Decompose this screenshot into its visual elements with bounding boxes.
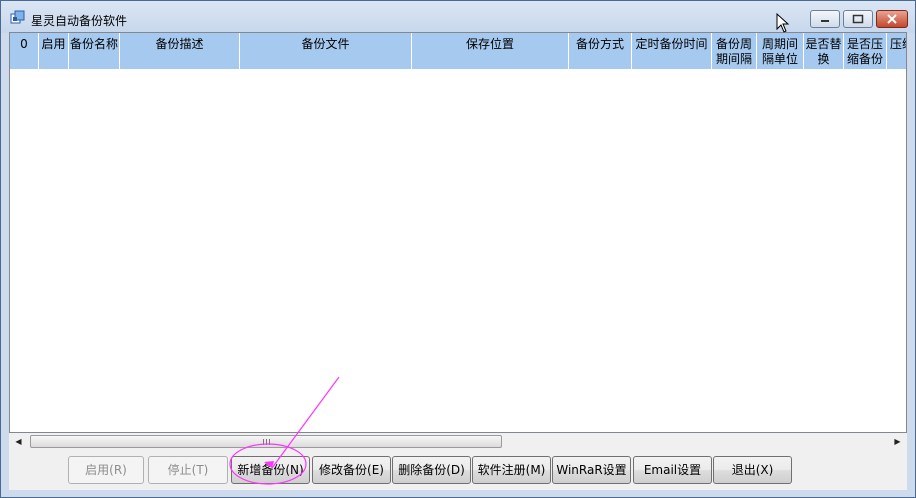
main-window: 星灵自动备份软件 0 启用 备份名称 备份描述 备份文件 保存位置 备份方式 定… — [0, 0, 916, 498]
column-header-save-location[interactable]: 保存位置 — [412, 33, 569, 69]
client-area: 0 启用 备份名称 备份描述 备份文件 保存位置 备份方式 定时备份时间 备份周… — [9, 32, 907, 490]
window-title: 星灵自动备份软件 — [31, 14, 128, 28]
close-button[interactable] — [876, 10, 908, 28]
register-button[interactable]: 软件注册(M) — [472, 456, 551, 484]
column-header-files[interactable]: 备份文件 — [240, 33, 412, 69]
column-header-cycle-unit[interactable]: 周期间 隔单位 — [757, 33, 804, 69]
column-header-name[interactable]: 备份名称 — [69, 33, 120, 69]
minimize-icon — [821, 20, 829, 22]
windows-app-icon — [10, 10, 25, 24]
column-header-index[interactable]: 0 — [10, 33, 39, 69]
email-settings-button[interactable]: Email设置 — [633, 456, 712, 484]
horizontal-scrollbar[interactable]: ◀ ▶ — [10, 433, 906, 450]
scrollbar-thumb[interactable] — [30, 435, 502, 448]
column-header-cycle-interval[interactable]: 备份周 期间隔 — [712, 33, 757, 69]
minimize-button[interactable] — [810, 10, 840, 28]
column-header-scheduled-time[interactable]: 定时备份时间 — [632, 33, 712, 69]
delete-backup-button[interactable]: 删除备份(D) — [392, 456, 471, 484]
column-header-description[interactable]: 备份描述 — [120, 33, 240, 69]
winrar-settings-button[interactable]: WinRaR设置 — [552, 456, 631, 484]
column-header-enabled[interactable]: 启用 — [39, 33, 69, 69]
scrollbar-grip-icon — [263, 439, 270, 445]
maximize-icon — [852, 14, 864, 24]
column-header-compress-partial[interactable]: 压缩 — [887, 33, 906, 69]
column-header-backup-mode[interactable]: 备份方式 — [569, 33, 632, 69]
backup-list-grid[interactable]: 0 启用 备份名称 备份描述 备份文件 保存位置 备份方式 定时备份时间 备份周… — [9, 32, 907, 433]
scroll-left-arrow[interactable]: ◀ — [10, 433, 27, 450]
maximize-button[interactable] — [843, 10, 873, 28]
grid-header: 0 启用 备份名称 备份描述 备份文件 保存位置 备份方式 定时备份时间 备份周… — [10, 33, 906, 69]
edit-backup-button[interactable]: 修改备份(E) — [312, 456, 391, 484]
exit-button[interactable]: 退出(X) — [713, 456, 792, 484]
enable-button[interactable]: 启用(R) — [68, 456, 144, 484]
scroll-right-arrow[interactable]: ▶ — [889, 433, 906, 450]
stop-button[interactable]: 停止(T) — [148, 456, 228, 484]
column-header-replace[interactable]: 是否替 换 — [804, 33, 844, 69]
column-header-compress[interactable]: 是否压 缩备份 — [844, 33, 887, 69]
close-icon — [887, 14, 897, 24]
mouse-cursor-icon — [776, 13, 790, 33]
new-backup-button[interactable]: 新增备份(N) — [231, 456, 310, 484]
